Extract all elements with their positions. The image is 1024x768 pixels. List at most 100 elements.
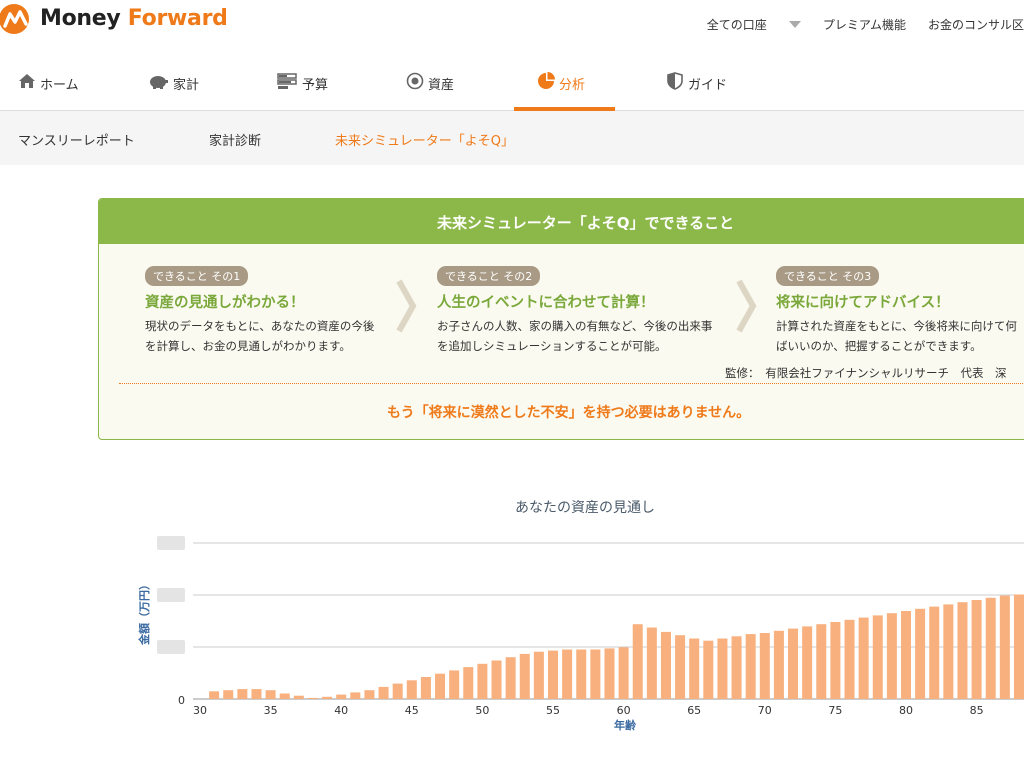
tab-analysis-label: 分析: [559, 78, 586, 93]
chart-bar: [1013, 594, 1024, 699]
chart-bar: [929, 606, 940, 699]
tab-home[interactable]: ホーム: [18, 74, 79, 111]
chart-bar: [590, 649, 601, 699]
chevron-right-icon: [396, 279, 417, 333]
chart-bar: [844, 619, 855, 699]
tab-household[interactable]: 家計: [147, 74, 199, 111]
chart-bar: [336, 694, 347, 699]
chart-bar: [223, 690, 234, 699]
chart-bar: [477, 663, 488, 699]
chart-bar: [999, 595, 1010, 699]
feature-1: できること その1 資産の見通しがわかる！ 現状のデータをもとに、あなたの資産の…: [145, 265, 374, 356]
tab-home-label: ホーム: [40, 78, 79, 93]
tab-assets-label: 資産: [428, 78, 455, 93]
chart-bar: [943, 604, 954, 699]
feature-1-badge: できること その1: [145, 266, 249, 286]
chart-bar: [759, 633, 770, 699]
chart-bar: [237, 689, 248, 699]
chart-x-axis-label: 年齢: [614, 718, 637, 732]
assets-gear-icon: [406, 72, 424, 90]
main-nav: ホーム 家計 予算 資産 分析 ガイド: [0, 60, 1024, 111]
chart-bar: [886, 613, 897, 699]
feature-2-desc-line1: お子さんの人数、家の購入の有無など、今後の出来事: [437, 319, 713, 333]
subnav-monthly-report[interactable]: マンスリーレポート: [18, 130, 135, 149]
chart-bar: [604, 648, 615, 699]
feature-1-desc: 現状のデータをもとに、あなたの資産の今後 を計算し、お金の見通しがわかります。: [145, 316, 374, 356]
subnav-future-simulator[interactable]: 未来シミュレーター「よそQ」: [335, 130, 514, 149]
feature-2-desc-line2: を追加しシミュレーションすることが可能。: [437, 339, 667, 353]
tab-household-label: 家計: [173, 78, 200, 93]
feature-1-desc-line2: を計算し、お金の見通しがわかります。: [145, 339, 351, 353]
chart-bar: [505, 657, 516, 699]
feature-2-badge: できること その2: [437, 266, 541, 286]
consult-link[interactable]: お金のコンサル区: [928, 16, 1024, 33]
chart-bar: [830, 622, 841, 699]
premium-link[interactable]: プレミアム機能: [823, 16, 906, 33]
chart-bar: [548, 650, 558, 699]
home-icon: [19, 74, 35, 88]
tab-guide[interactable]: ガイド: [666, 72, 728, 111]
supervision-note: 監修： 有限会社ファイナンシャルリサーチ 代表 深: [725, 366, 1007, 380]
chart-bar: [251, 689, 262, 699]
chart-bar: [209, 691, 220, 699]
info-box-header: 未来シミュレーター「よそQ」でできること: [99, 199, 1024, 244]
chart-x-tick-label: 70: [758, 704, 772, 717]
chart-bar: [293, 695, 304, 699]
tab-budget[interactable]: 予算: [276, 73, 329, 111]
feature-2-desc: お子さんの人数、家の購入の有無など、今後の出来事 を追加しシミュレーションするこ…: [437, 316, 712, 356]
tab-budget-label: 予算: [302, 78, 329, 93]
chart-bar: [632, 624, 643, 699]
chart-y-tick-blurred: [157, 640, 185, 654]
chart-bar: [364, 690, 375, 699]
logo-forward: Forward: [127, 6, 228, 31]
chart-bar: [802, 626, 813, 699]
chart-y-tick-blurred: [157, 536, 185, 550]
logo-money: Money: [40, 6, 121, 31]
app-header: Money Forward 全ての口座 プレミアム機能 お金のコンサル区: [0, 0, 1024, 60]
chart-bar: [618, 647, 629, 699]
tab-guide-label: ガイド: [688, 78, 728, 93]
chart-bar: [660, 631, 671, 699]
tagline: もう「将来に漠然とした不安」を持つ必要はありません。: [387, 405, 751, 421]
chart-x-tick-label: 80: [899, 704, 913, 717]
chevron-down-icon[interactable]: [788, 21, 801, 28]
chart-bar: [957, 602, 968, 699]
asset-forecast-chart: 0 30 35 40 45 50 55 60 65 70 75 80 85 年齢 金額（万円）: [137, 536, 1024, 732]
chart-bar: [279, 693, 290, 699]
divider: [119, 383, 1024, 384]
chart-bar: [265, 690, 276, 699]
feature-3-desc-line1: 計算された資産をもとに、今後将来に向けて何: [776, 319, 1017, 333]
chart-bar: [491, 660, 502, 699]
chart-bar: [392, 683, 403, 699]
chart-bar: [463, 667, 474, 699]
chart-bar: [406, 680, 417, 699]
chart-x-tick-label: 75: [828, 704, 842, 717]
chart-bar: [562, 649, 573, 699]
chart-bar: [788, 628, 799, 699]
tab-assets[interactable]: 資産: [406, 72, 455, 111]
feature-1-title: 資産の見通しがわかる！: [145, 295, 305, 311]
chart-bar: [675, 635, 686, 699]
subnav-household-diagnosis[interactable]: 家計診断: [209, 130, 261, 149]
chart-bar: [745, 634, 756, 699]
chart-bar: [971, 600, 982, 699]
sub-nav: マンスリーレポート 家計診断 未来シミュレーター「よそQ」: [0, 111, 1024, 165]
chart-x-tick-label: 45: [405, 704, 419, 717]
chart-bar: [915, 608, 926, 699]
chart-x-tick-label: 55: [546, 704, 560, 717]
chart-bar: [689, 638, 700, 699]
chevron-right-icon: [736, 279, 757, 333]
chart-bar: [519, 653, 530, 699]
chart-bar: [322, 696, 333, 699]
feature-3-title: 将来に向けてアドバイス！: [776, 295, 950, 311]
chart-bar: [449, 670, 460, 699]
logo-mark-icon: [0, 4, 29, 34]
feature-3-badge: できること その3: [776, 266, 880, 286]
chart-bar: [420, 677, 431, 699]
tab-analysis[interactable]: 分析: [537, 72, 586, 111]
chart-bar: [717, 638, 728, 699]
piggy-bank-icon: [150, 76, 168, 89]
all-accounts-link[interactable]: 全ての口座: [707, 16, 767, 33]
chart-bar: [773, 630, 784, 699]
chart-bar: [858, 617, 869, 699]
